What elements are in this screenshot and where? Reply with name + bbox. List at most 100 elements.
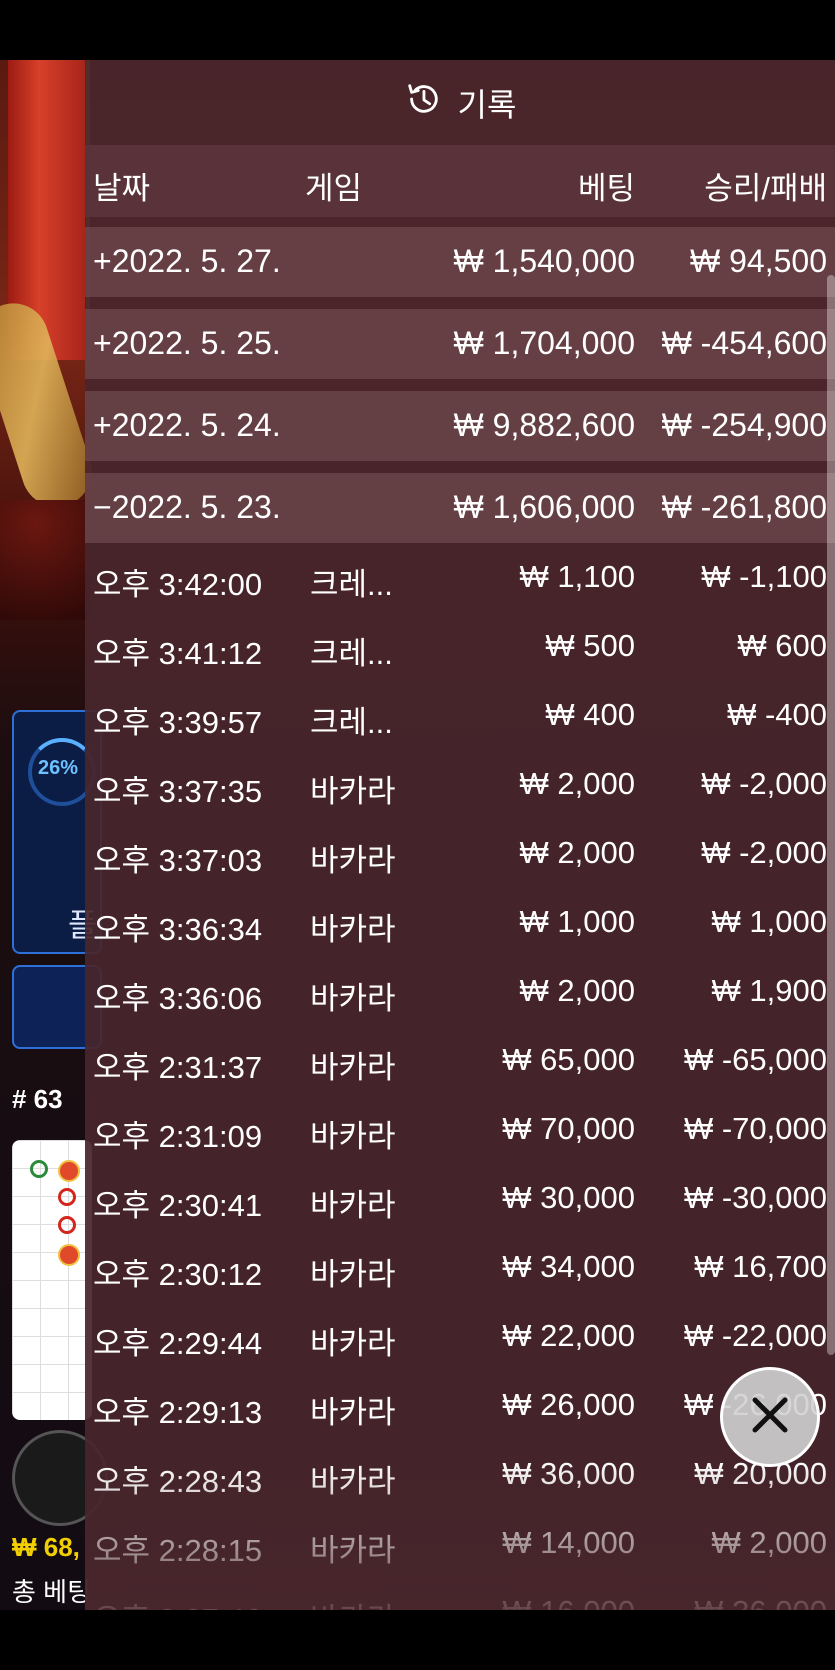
date-group-row[interactable]: −2022. 5. 23. ₩ 1,606,000 ₩ -261,800	[85, 473, 835, 543]
panel-title: 기록	[457, 86, 517, 123]
row-game: 크레...	[310, 567, 393, 602]
row-time: 오후 3:42:00	[93, 567, 263, 602]
history-row[interactable]: 오후 2:28:15 바카라 ₩ 14,000 ₩ 2,000	[85, 1509, 835, 1578]
row-result: ₩ 600	[737, 628, 827, 663]
round-number: # 63	[12, 1084, 63, 1114]
row-game: 바카라	[310, 981, 396, 1016]
bead-road	[12, 1140, 92, 1420]
column-result: 승리/패배	[704, 171, 827, 206]
row-time: 오후 2:27:46	[93, 1594, 262, 1610]
history-row[interactable]: 오후 3:41:12 크레... ₩ 500 ₩ 600	[85, 612, 835, 681]
game-table	[0, 500, 90, 620]
history-row[interactable]: 오후 2:28:43 바카라 ₩ 36,000 ₩ 20,000	[85, 1440, 835, 1509]
history-row[interactable]: 오후 3:42:00 크레... ₩ 1,100 ₩ -1,100	[85, 543, 835, 612]
history-row[interactable]: 오후 3:39:57 크레... ₩ 400 ₩ -400	[85, 681, 835, 750]
row-bet: ₩ 14,000	[502, 1525, 635, 1560]
row-result: ₩ 1,000	[711, 904, 827, 939]
date-group-label: +2022. 5. 27.	[93, 243, 281, 279]
row-time: 오후 3:41:12	[93, 636, 263, 671]
row-time: 오후 3:36:06	[93, 981, 263, 1016]
row-bet: ₩ 1,000	[519, 904, 635, 939]
history-row[interactable]: 오후 2:29:44 바카라 ₩ 22,000 ₩ -22,000	[85, 1302, 835, 1371]
row-bet: ₩ 30,000	[502, 1180, 635, 1215]
date-group-row[interactable]: +2022. 5. 27. ₩ 1,540,000 ₩ 94,500	[85, 227, 835, 297]
row-bet: ₩ 2,000	[519, 766, 635, 801]
date-group-result: ₩ -454,600	[661, 325, 827, 361]
history-row[interactable]: 오후 3:37:35 바카라 ₩ 2,000 ₩ -2,000	[85, 750, 835, 819]
row-time: 오후 3:37:35	[93, 774, 263, 809]
row-bet: ₩ 36,000	[502, 1456, 635, 1491]
home-indicator-bar	[0, 1610, 835, 1670]
row-result: ₩ -1,100	[701, 559, 827, 594]
scrollbar[interactable]	[827, 275, 835, 1355]
row-result: ₩ 2,000	[711, 1525, 827, 1560]
column-date: 날짜	[93, 171, 151, 206]
bead-dot	[58, 1188, 76, 1206]
date-group-bet: ₩ 1,704,000	[453, 325, 635, 361]
row-result: ₩ -22,000	[683, 1318, 827, 1353]
row-time: 오후 2:29:13	[93, 1395, 263, 1430]
row-time: 오후 3:37:03	[93, 843, 263, 878]
history-row[interactable]: 오후 2:27:46 바카라 ₩ 16,000 ₩ 36,000	[85, 1578, 835, 1610]
date-group-row[interactable]: +2022. 5. 25. ₩ 1,704,000 ₩ -454,600	[85, 309, 835, 379]
date-group-result: ₩ 94,500	[690, 243, 827, 279]
history-row[interactable]: 오후 3:36:06 바카라 ₩ 2,000 ₩ 1,900	[85, 957, 835, 1026]
history-row[interactable]: 오후 3:37:03 바카라 ₩ 2,000 ₩ -2,000	[85, 819, 835, 888]
row-bet: ₩ 65,000	[502, 1042, 635, 1077]
bead-dot	[58, 1216, 76, 1234]
bead-dot	[58, 1244, 80, 1266]
history-row[interactable]: 오후 2:31:09 바카라 ₩ 70,000 ₩ -70,000	[85, 1095, 835, 1164]
history-row[interactable]: 오후 2:30:12 바카라 ₩ 34,000 ₩ 16,700	[85, 1233, 835, 1302]
row-game: 바카라	[310, 912, 396, 947]
row-bet: ₩ 26,000	[502, 1387, 635, 1422]
history-row[interactable]: 오후 2:30:41 바카라 ₩ 30,000 ₩ -30,000	[85, 1164, 835, 1233]
row-time: 오후 3:39:57	[93, 705, 263, 740]
column-game: 게임	[305, 171, 363, 206]
row-time: 오후 2:30:12	[93, 1257, 263, 1292]
date-group-bet: ₩ 1,606,000	[453, 489, 635, 525]
row-time: 오후 3:36:34	[93, 912, 263, 947]
row-game: 크레...	[310, 705, 393, 740]
row-bet: ₩ 34,000	[502, 1249, 635, 1284]
row-game: 바카라	[310, 1464, 396, 1499]
row-game: 바카라	[310, 1395, 396, 1430]
date-group-result: ₩ -261,800	[661, 489, 827, 525]
total-bet-label: 총 베팅	[12, 1577, 91, 1607]
row-game: 바카라	[310, 843, 396, 878]
row-bet: ₩ 16,000	[502, 1594, 635, 1610]
history-icon	[404, 80, 442, 126]
row-result: ₩ -65,000	[683, 1042, 827, 1077]
row-game: 바카라	[310, 1326, 396, 1361]
row-bet: ₩ 500	[545, 628, 635, 663]
row-time: 오후 2:29:44	[93, 1326, 263, 1361]
row-game: 바카라	[310, 1188, 396, 1223]
close-icon	[747, 1392, 793, 1443]
date-group-label: −2022. 5. 23.	[93, 489, 281, 525]
date-group-label: +2022. 5. 25.	[93, 325, 281, 361]
row-result: ₩ -2,000	[701, 766, 827, 801]
status-bar	[0, 0, 835, 60]
row-result: ₩ -70,000	[683, 1111, 827, 1146]
history-panel: 기록 날짜 게임 베팅 승리/패배 +2022. 5. 27. ₩ 1,540,…	[85, 60, 835, 1610]
date-group-row[interactable]: +2022. 5. 24. ₩ 9,882,600 ₩ -254,900	[85, 391, 835, 461]
row-time: 오후 2:30:41	[93, 1188, 263, 1223]
row-time: 오후 2:31:37	[93, 1050, 263, 1085]
row-game: 크레...	[310, 636, 393, 671]
row-game: 바카라	[310, 1050, 396, 1085]
column-header: 날짜 게임 베팅 승리/패배	[85, 145, 835, 217]
history-list[interactable]: 오후 3:42:00 크레... ₩ 1,100 ₩ -1,100 오후 3:41:1…	[85, 543, 835, 1610]
row-game: 바카라	[310, 1594, 396, 1610]
row-time: 오후 2:31:09	[93, 1119, 263, 1154]
column-bet: 베팅	[577, 171, 635, 206]
row-result: ₩ -2,000	[701, 835, 827, 870]
history-row[interactable]: 오후 3:36:34 바카라 ₩ 1,000 ₩ 1,000	[85, 888, 835, 957]
close-button[interactable]	[720, 1367, 820, 1467]
panel-header: 기록	[85, 60, 835, 145]
row-bet: ₩ 400	[545, 697, 635, 732]
balance-amount: ₩ 68,	[12, 1532, 80, 1562]
history-row[interactable]: 오후 2:31:37 바카라 ₩ 65,000 ₩ -65,000	[85, 1026, 835, 1095]
progress-percent: 26%	[38, 757, 79, 779]
row-result: ₩ 16,700	[694, 1249, 827, 1284]
row-game: 바카라	[310, 774, 396, 809]
row-result: ₩ 1,900	[711, 973, 827, 1008]
